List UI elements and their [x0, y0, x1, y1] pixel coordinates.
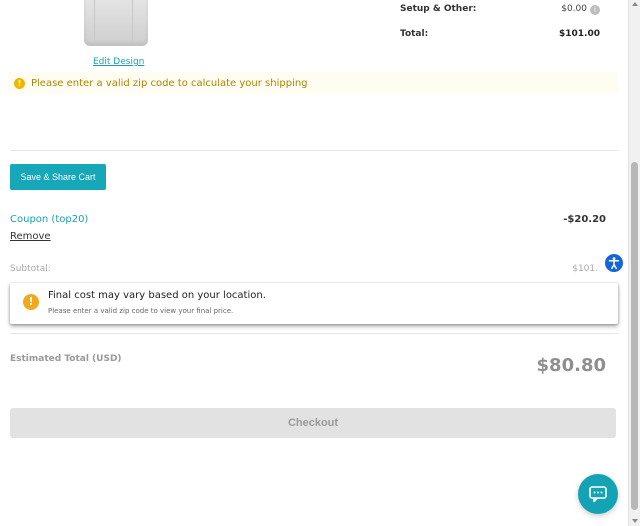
product-thumbnail: [84, 0, 148, 46]
shipping-warning-text: Please enter a valid zip code to calcula…: [31, 77, 308, 89]
final-cost-title: Final cost may vary based on your locati…: [48, 290, 266, 301]
divider: [10, 333, 618, 334]
scroll-up-arrow-icon[interactable]: [632, 2, 638, 6]
cart-page: Edit Design Setup & Other: $0.00 i Total:…: [0, 0, 628, 526]
setup-other-label: Setup & Other:: [400, 4, 477, 14]
chat-icon: [589, 486, 607, 503]
total-label: Total:: [400, 29, 429, 39]
shipping-zip-warning: ! Please enter a valid zip code to calcu…: [8, 72, 618, 94]
coupon-label: Coupon (top20): [10, 214, 89, 225]
estimated-total-value: $80.80: [536, 355, 606, 376]
save-share-cart-button[interactable]: Save & Share Cart: [10, 164, 106, 190]
accessibility-icon: [608, 257, 620, 270]
final-cost-subtitle: Please enter a valid zip code to view yo…: [48, 307, 234, 315]
remove-coupon-link[interactable]: Remove: [10, 231, 51, 242]
info-icon[interactable]: i: [590, 5, 600, 15]
total-value: $101.00: [559, 29, 600, 39]
checkout-button[interactable]: Checkout: [10, 408, 616, 438]
edit-design-link[interactable]: Edit Design: [93, 57, 144, 67]
warning-icon: !: [23, 294, 39, 310]
subtotal-label: Subtotal:: [10, 264, 51, 274]
chat-button[interactable]: [578, 474, 618, 514]
estimated-total-label: Estimated Total (USD): [10, 354, 122, 364]
accessibility-button[interactable]: [604, 253, 624, 273]
setup-other-value-wrap: $0.00 i: [561, 4, 600, 15]
final-cost-notice: ! Final cost may vary based on your loca…: [10, 283, 618, 324]
subtotal-value: $101.: [572, 264, 598, 274]
vertical-scrollbar[interactable]: [628, 0, 640, 526]
setup-other-value: $0.00: [561, 4, 587, 14]
warning-icon: !: [14, 77, 25, 89]
scroll-down-arrow-icon[interactable]: [632, 519, 638, 523]
divider: [10, 150, 618, 151]
scrollbar-thumb[interactable]: [631, 162, 638, 510]
coupon-amount: -$20.20: [563, 214, 606, 225]
